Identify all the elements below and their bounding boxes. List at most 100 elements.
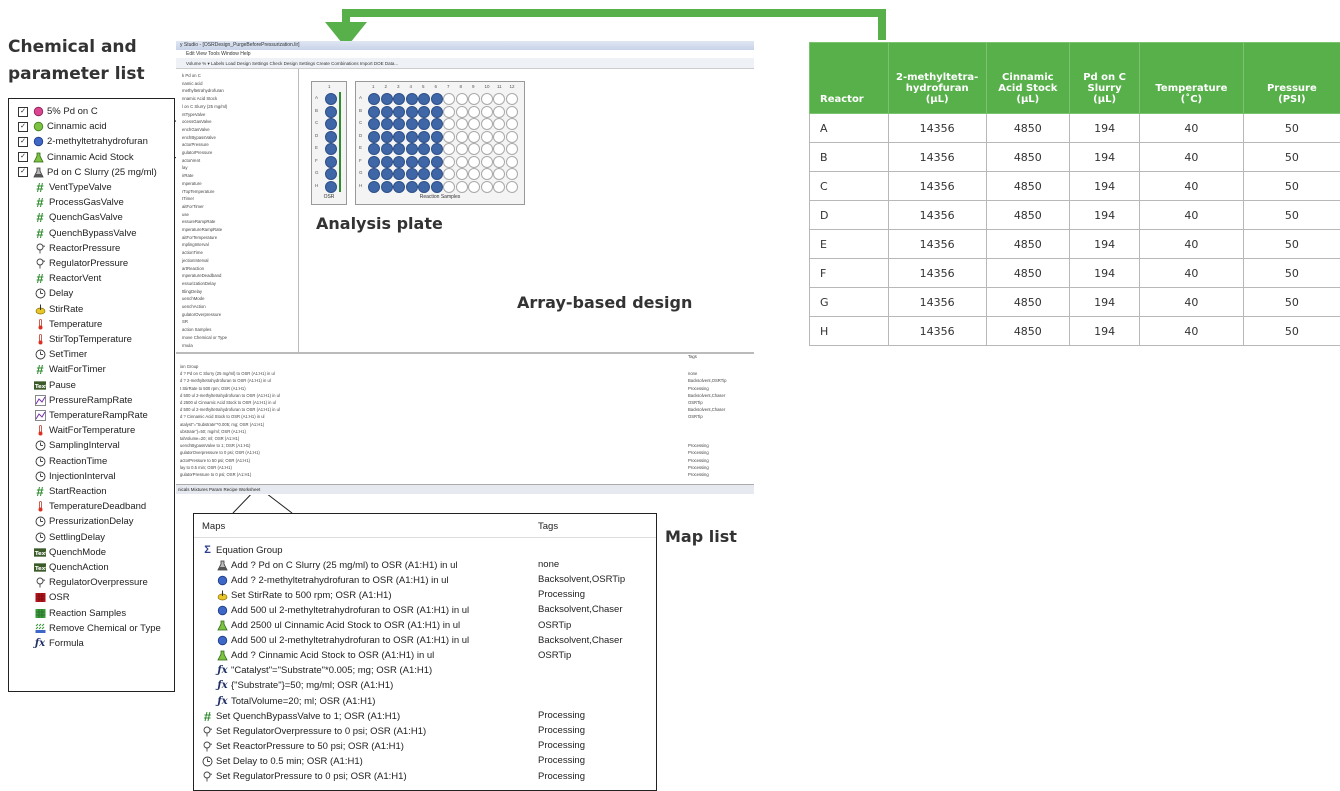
reaction-sample-well[interactable] <box>431 118 443 130</box>
chem-list-item[interactable]: #ReactorVent <box>9 271 101 286</box>
reactor-table-column-header[interactable]: Temperature(˚C) <box>1140 43 1244 114</box>
reaction-sample-well[interactable] <box>493 131 505 143</box>
reaction-sample-well[interactable] <box>443 168 455 180</box>
map-list-row[interactable]: Add 500 ul 2-methyltetrahydrofuran to OS… <box>217 634 469 648</box>
reaction-sample-well[interactable] <box>431 143 443 155</box>
reaction-sample-well[interactable] <box>506 143 518 155</box>
map-list-row[interactable]: Set Delay to 0.5 min; OSR (A1:H1) <box>202 754 363 768</box>
app-map-row[interactable]: atalyst"="Substrate"*0.005; mg; OSR (A1:… <box>180 422 264 427</box>
app-tree-item[interactable]: lay <box>182 165 188 170</box>
app-tree-item[interactable]: move Chemical or Type <box>182 335 227 340</box>
reaction-sample-well[interactable] <box>481 181 493 193</box>
app-tree-item[interactable]: irRate <box>182 173 193 178</box>
reaction-sample-well[interactable] <box>456 156 468 168</box>
chem-list-item[interactable]: PressureRampRate <box>9 393 132 408</box>
reaction-sample-well[interactable] <box>381 156 393 168</box>
chem-list-item[interactable]: TemperatureRampRate <box>9 408 148 423</box>
osr-well[interactable] <box>325 118 337 130</box>
app-tree-item[interactable]: tTimer <box>182 196 194 201</box>
reaction-sample-well[interactable] <box>406 181 418 193</box>
app-map-row[interactable]: d 2500 ul Cinnamic Acid Stock to OSR (A1… <box>180 400 276 405</box>
reaction-sample-well[interactable] <box>481 118 493 130</box>
chem-list-item[interactable]: PRegulatorOverpressure <box>9 575 148 590</box>
reaction-sample-well[interactable] <box>368 181 380 193</box>
reaction-sample-well[interactable] <box>468 168 480 180</box>
checkbox-checked[interactable]: ✓ <box>18 167 28 177</box>
app-tree-item[interactable]: ntTypeValve <box>182 112 205 117</box>
app-map-row[interactable]: gulatorOverpressure to 0 psi; OSR (A1:H1… <box>180 450 260 455</box>
osr-well[interactable] <box>325 106 337 118</box>
reaction-sample-well[interactable] <box>456 181 468 193</box>
reactor-table-column-header[interactable]: CinnamicAcid Stock(µL) <box>986 43 1070 114</box>
reaction-sample-well[interactable] <box>481 106 493 118</box>
app-tree-item[interactable]: SR <box>182 319 188 324</box>
reaction-sample-well[interactable] <box>431 93 443 105</box>
map-list-row[interactable]: Add ? Pd on C Slurry (25 mg/ml) to OSR (… <box>217 558 458 572</box>
reaction-sample-well[interactable] <box>381 118 393 130</box>
reaction-sample-well[interactable] <box>418 106 430 118</box>
app-tree-item[interactable]: enchBypassValve <box>182 135 216 140</box>
reaction-sample-well[interactable] <box>418 131 430 143</box>
reaction-sample-well[interactable] <box>406 106 418 118</box>
reaction-sample-well[interactable] <box>381 143 393 155</box>
app-map-row[interactable]: talVolume=20; ml; OSR (A1:H1) <box>180 436 239 441</box>
reaction-sample-well[interactable] <box>393 93 405 105</box>
reaction-sample-well[interactable] <box>506 131 518 143</box>
reaction-sample-well[interactable] <box>393 118 405 130</box>
app-tree-item[interactable]: actorVent <box>182 158 200 163</box>
reaction-sample-well[interactable] <box>368 131 380 143</box>
reaction-sample-well[interactable] <box>418 93 430 105</box>
reactor-table-column-header[interactable]: Reactor <box>810 43 889 114</box>
reaction-sample-well[interactable] <box>456 93 468 105</box>
chem-list-item[interactable]: TextPause <box>9 378 76 393</box>
reactor-table-column-header[interactable]: Pd on CSlurry(µL) <box>1070 43 1140 114</box>
reaction-sample-well[interactable] <box>393 156 405 168</box>
reaction-sample-well[interactable] <box>443 118 455 130</box>
reaction-sample-well[interactable] <box>418 168 430 180</box>
reaction-sample-well[interactable] <box>493 168 505 180</box>
map-list-row[interactable]: PSet RegulatorOverpressure to 0 psi; OSR… <box>202 724 426 738</box>
reaction-sample-well[interactable] <box>393 168 405 180</box>
reaction-sample-well[interactable] <box>443 156 455 168</box>
chem-list-item[interactable]: #QuenchBypassValve <box>9 226 137 241</box>
app-map-row[interactable]: d ? Cinnamic Acid Stock to OSR (A1:H1) i… <box>180 414 264 419</box>
app-tabs[interactable]: nicals Mixtures Param Recipe Worksheet <box>176 484 754 494</box>
reaction-samples-plate[interactable]: 123456789101112ABCDEFGHReaction Samples <box>355 81 525 205</box>
app-tree-item[interactable]: k Pd on C <box>182 73 201 78</box>
app-map-row[interactable]: uenchBypassValve to 1; OSR (A1:H1) <box>180 443 250 448</box>
app-toolbar[interactable]: Volume % ▾ Labels Load Design Settings C… <box>176 58 754 69</box>
app-tree-item[interactable]: actorPressure <box>182 142 209 147</box>
chem-list-item[interactable]: PReactorPressure <box>9 241 120 256</box>
app-tree-item[interactable]: nnamic Acid Stock <box>182 96 217 101</box>
reaction-sample-well[interactable] <box>406 118 418 130</box>
app-menu-bar[interactable]: Edit View Tools Window Help <box>176 50 754 58</box>
reaction-sample-well[interactable] <box>431 156 443 168</box>
chem-list-item[interactable]: #ProcessGasValve <box>9 195 124 210</box>
chem-list-item[interactable]: ✓Cinnamic Acid Stock <box>9 150 134 165</box>
chem-list-item[interactable]: StirTopTemperature <box>9 332 132 347</box>
osr-well[interactable] <box>325 93 337 105</box>
reaction-sample-well[interactable] <box>443 93 455 105</box>
reaction-sample-well[interactable] <box>368 106 380 118</box>
reaction-sample-well[interactable] <box>406 131 418 143</box>
app-tree-item[interactable]: jectionInterval <box>182 258 209 263</box>
reaction-sample-well[interactable] <box>506 181 518 193</box>
reaction-sample-well[interactable] <box>393 131 405 143</box>
map-list-row[interactable]: Add ? 2-methyltetrahydrofuran to OSR (A1… <box>217 573 449 587</box>
chem-list-item[interactable]: PressurizationDelay <box>9 514 133 529</box>
osr-well[interactable] <box>325 131 337 143</box>
chem-list-item[interactable]: ƒxFormula <box>9 636 84 651</box>
reaction-sample-well[interactable] <box>468 143 480 155</box>
chem-list-item[interactable]: OSR <box>9 590 70 605</box>
chem-list-item[interactable]: PRegulatorPressure <box>9 256 128 271</box>
app-tree-item[interactable]: gulatorPressure <box>182 150 212 155</box>
map-list-row[interactable]: PSet ReactorPressure to 50 psi; OSR (A1:… <box>202 739 404 753</box>
reaction-sample-well[interactable] <box>493 181 505 193</box>
chem-list-item[interactable]: Temperature <box>9 317 102 332</box>
reaction-sample-well[interactable] <box>431 131 443 143</box>
chem-list-item[interactable]: InjectionInterval <box>9 469 116 484</box>
reaction-sample-well[interactable] <box>431 168 443 180</box>
app-tree-item[interactable]: rTopTemperature <box>182 189 214 194</box>
reaction-sample-well[interactable] <box>456 118 468 130</box>
reaction-sample-well[interactable] <box>493 106 505 118</box>
